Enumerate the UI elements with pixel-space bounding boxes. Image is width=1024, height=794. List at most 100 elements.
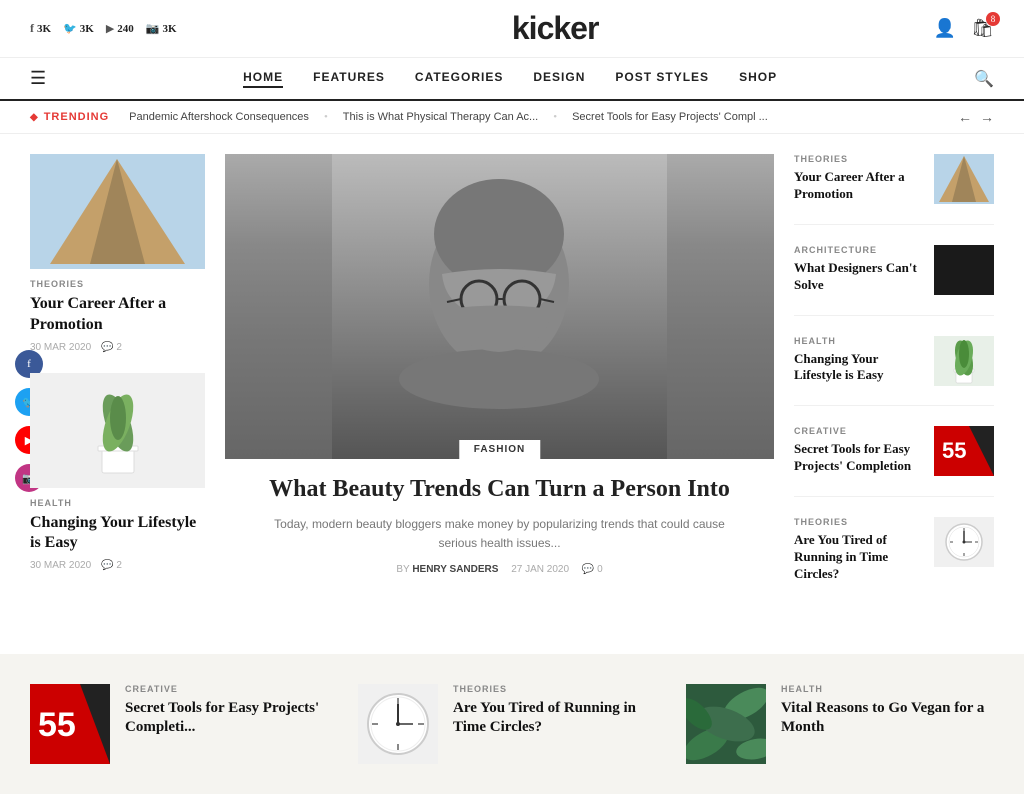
top-bar: f 3K 🐦 3K ▶ 240 📷 3K kicker 👤 🛍 8 bbox=[0, 0, 1024, 58]
instagram-icon: 📷 bbox=[146, 22, 160, 35]
bottom-card-3-image[interactable] bbox=[686, 684, 766, 764]
nav-categories[interactable]: CATEGORIES bbox=[415, 70, 503, 88]
right-card-1-image[interactable] bbox=[934, 154, 994, 204]
right-card-3: HEALTH Changing Your Lifestyle is Easy bbox=[794, 336, 994, 407]
left-card-2-image[interactable] bbox=[30, 373, 205, 488]
main-content: THEORIES Your Career After a Promotion 3… bbox=[0, 134, 1024, 644]
left-card-2-meta: 30 MAR 2020 💬 2 bbox=[30, 560, 205, 571]
trending-item-2[interactable]: This is What Physical Therapy Can Ac... bbox=[343, 111, 538, 123]
bottom-card-3-title[interactable]: Vital Reasons to Go Vegan for a Month bbox=[781, 699, 994, 738]
center-article-excerpt: Today, modern beauty bloggers make money… bbox=[265, 515, 734, 553]
bottom-card-2-text: THEORIES Are You Tired of Running in Tim… bbox=[453, 684, 666, 764]
cart-icon[interactable]: 🛍 8 bbox=[971, 18, 994, 39]
nav-home[interactable]: HOME bbox=[243, 70, 283, 88]
left-card-1-category: THEORIES bbox=[30, 279, 205, 289]
trending-bar: TRENDING Pandemic Aftershock Consequence… bbox=[0, 101, 1024, 134]
youtube-link[interactable]: ▶ 240 bbox=[106, 22, 134, 35]
left-card-2-category: HEALTH bbox=[30, 498, 205, 508]
svg-text:55: 55 bbox=[38, 706, 76, 744]
right-card-3-image[interactable] bbox=[934, 336, 994, 386]
center-article-title[interactable]: What Beauty Trends Can Turn a Person Int… bbox=[225, 474, 774, 505]
right-card-5-image[interactable] bbox=[934, 517, 994, 567]
hamburger-menu[interactable]: ☰ bbox=[30, 68, 46, 89]
bottom-card-2-category: THEORIES bbox=[453, 684, 666, 694]
left-column: THEORIES Your Career After a Promotion 3… bbox=[30, 154, 205, 624]
right-card-1-text: THEORIES Your Career After a Promotion bbox=[794, 154, 924, 209]
trending-prev-button[interactable]: ← bbox=[958, 109, 972, 125]
bottom-card-1-image[interactable]: 55 bbox=[30, 684, 110, 764]
bottom-card-1-category: CREATIVE bbox=[125, 684, 338, 694]
youtube-count: 240 bbox=[117, 23, 134, 35]
trending-item-3[interactable]: Secret Tools for Easy Projects' Compl ..… bbox=[572, 111, 768, 123]
right-card-2-image[interactable] bbox=[934, 245, 994, 295]
right-card-2-title[interactable]: What Designers Can't Solve bbox=[794, 260, 924, 294]
right-card-1-title[interactable]: Your Career After a Promotion bbox=[794, 169, 924, 203]
social-links: f 3K 🐦 3K ▶ 240 📷 3K bbox=[30, 21, 177, 36]
left-card-2-title[interactable]: Changing Your Lifestyle is Easy bbox=[30, 513, 205, 555]
center-featured-image[interactable]: FASHION bbox=[225, 154, 774, 459]
right-card-3-category: HEALTH bbox=[794, 336, 924, 346]
cart-badge: 8 bbox=[986, 12, 1000, 26]
left-card-2-comments: 💬 2 bbox=[101, 560, 122, 571]
instagram-count: 3K bbox=[163, 23, 177, 35]
bottom-card-1-title[interactable]: Secret Tools for Easy Projects' Completi… bbox=[125, 699, 338, 738]
twitter-count: 3K bbox=[80, 23, 94, 35]
left-card-1-comments: 💬 2 bbox=[101, 342, 122, 353]
bottom-card-2-image[interactable] bbox=[358, 684, 438, 764]
trending-items: Pandemic Aftershock Consequences • This … bbox=[129, 111, 938, 123]
bottom-grid: 55 CREATIVE Secret Tools for Easy Projec… bbox=[30, 684, 994, 764]
left-card-1-title[interactable]: Your Career After a Promotion bbox=[30, 294, 205, 336]
bottom-section: 55 CREATIVE Secret Tools for Easy Projec… bbox=[0, 654, 1024, 794]
author-name[interactable]: HENRY SANDERS bbox=[412, 564, 498, 575]
nav-links: HOME FEATURES CATEGORIES DESIGN POST STY… bbox=[243, 70, 777, 88]
center-article-meta: BY HENRY SANDERS 27 JAN 2020 💬 0 bbox=[225, 564, 774, 575]
nav-shop[interactable]: SHOP bbox=[739, 70, 777, 88]
nav-design[interactable]: DESIGN bbox=[533, 70, 585, 88]
top-right-icons: 👤 🛍 8 bbox=[934, 18, 994, 39]
svg-text:55: 55 bbox=[942, 438, 966, 463]
nav-features[interactable]: FEATURES bbox=[313, 70, 385, 88]
right-card-1: THEORIES Your Career After a Promotion bbox=[794, 154, 994, 225]
bottom-card-2: THEORIES Are You Tired of Running in Tim… bbox=[358, 684, 666, 764]
left-card-1: THEORIES Your Career After a Promotion 3… bbox=[30, 154, 205, 353]
site-logo: kicker bbox=[512, 10, 599, 47]
main-nav: ☰ HOME FEATURES CATEGORIES DESIGN POST S… bbox=[0, 58, 1024, 101]
trending-label: TRENDING bbox=[30, 111, 109, 123]
bottom-card-2-title[interactable]: Are You Tired of Running in Time Circles… bbox=[453, 699, 666, 738]
right-card-3-text: HEALTH Changing Your Lifestyle is Easy bbox=[794, 336, 924, 391]
right-card-5-title[interactable]: Are You Tired of Running in Time Circles… bbox=[794, 532, 924, 583]
by-label: BY bbox=[396, 564, 409, 575]
bottom-card-3-text: HEALTH Vital Reasons to Go Vegan for a M… bbox=[781, 684, 994, 764]
right-card-5: THEORIES Are You Tired of Running in Tim… bbox=[794, 517, 994, 604]
trending-next-button[interactable]: → bbox=[980, 109, 994, 125]
search-icon[interactable]: 🔍 bbox=[974, 69, 994, 89]
center-date: 27 JAN 2020 bbox=[511, 564, 569, 575]
bottom-card-3-category: HEALTH bbox=[781, 684, 994, 694]
instagram-link[interactable]: 📷 3K bbox=[146, 22, 177, 35]
trending-dot-1: • bbox=[324, 111, 328, 123]
facebook-link[interactable]: f 3K bbox=[30, 21, 51, 36]
center-category-badge: FASHION bbox=[459, 440, 540, 459]
bottom-card-1-text: CREATIVE Secret Tools for Easy Projects'… bbox=[125, 684, 338, 764]
right-card-4-text: CREATIVE Secret Tools for Easy Projects'… bbox=[794, 426, 924, 481]
right-card-4-image[interactable]: 55 bbox=[934, 426, 994, 476]
right-card-4-title[interactable]: Secret Tools for Easy Projects' Completi… bbox=[794, 441, 924, 475]
bottom-card-3: HEALTH Vital Reasons to Go Vegan for a M… bbox=[686, 684, 994, 764]
left-card-1-image[interactable] bbox=[30, 154, 205, 269]
center-comments: 💬 0 bbox=[582, 564, 603, 575]
right-card-5-category: THEORIES bbox=[794, 517, 924, 527]
right-card-5-text: THEORIES Are You Tired of Running in Tim… bbox=[794, 517, 924, 589]
user-icon[interactable]: 👤 bbox=[934, 18, 956, 39]
left-card-1-meta: 30 MAR 2020 💬 2 bbox=[30, 342, 205, 353]
youtube-icon: ▶ bbox=[106, 22, 114, 35]
center-column: FASHION What Beauty Trends Can Turn a Pe… bbox=[225, 154, 774, 624]
right-card-2-text: ARCHITECTURE What Designers Can't Solve bbox=[794, 245, 924, 300]
right-card-4: CREATIVE Secret Tools for Easy Projects'… bbox=[794, 426, 994, 497]
trending-item-1[interactable]: Pandemic Aftershock Consequences bbox=[129, 111, 309, 123]
twitter-link[interactable]: 🐦 3K bbox=[63, 22, 94, 35]
nav-post-styles[interactable]: POST STYLES bbox=[615, 70, 709, 88]
bottom-card-1: 55 CREATIVE Secret Tools for Easy Projec… bbox=[30, 684, 338, 764]
right-card-1-category: THEORIES bbox=[794, 154, 924, 164]
right-card-3-title[interactable]: Changing Your Lifestyle is Easy bbox=[794, 351, 924, 385]
trending-nav: ← → bbox=[958, 109, 994, 125]
